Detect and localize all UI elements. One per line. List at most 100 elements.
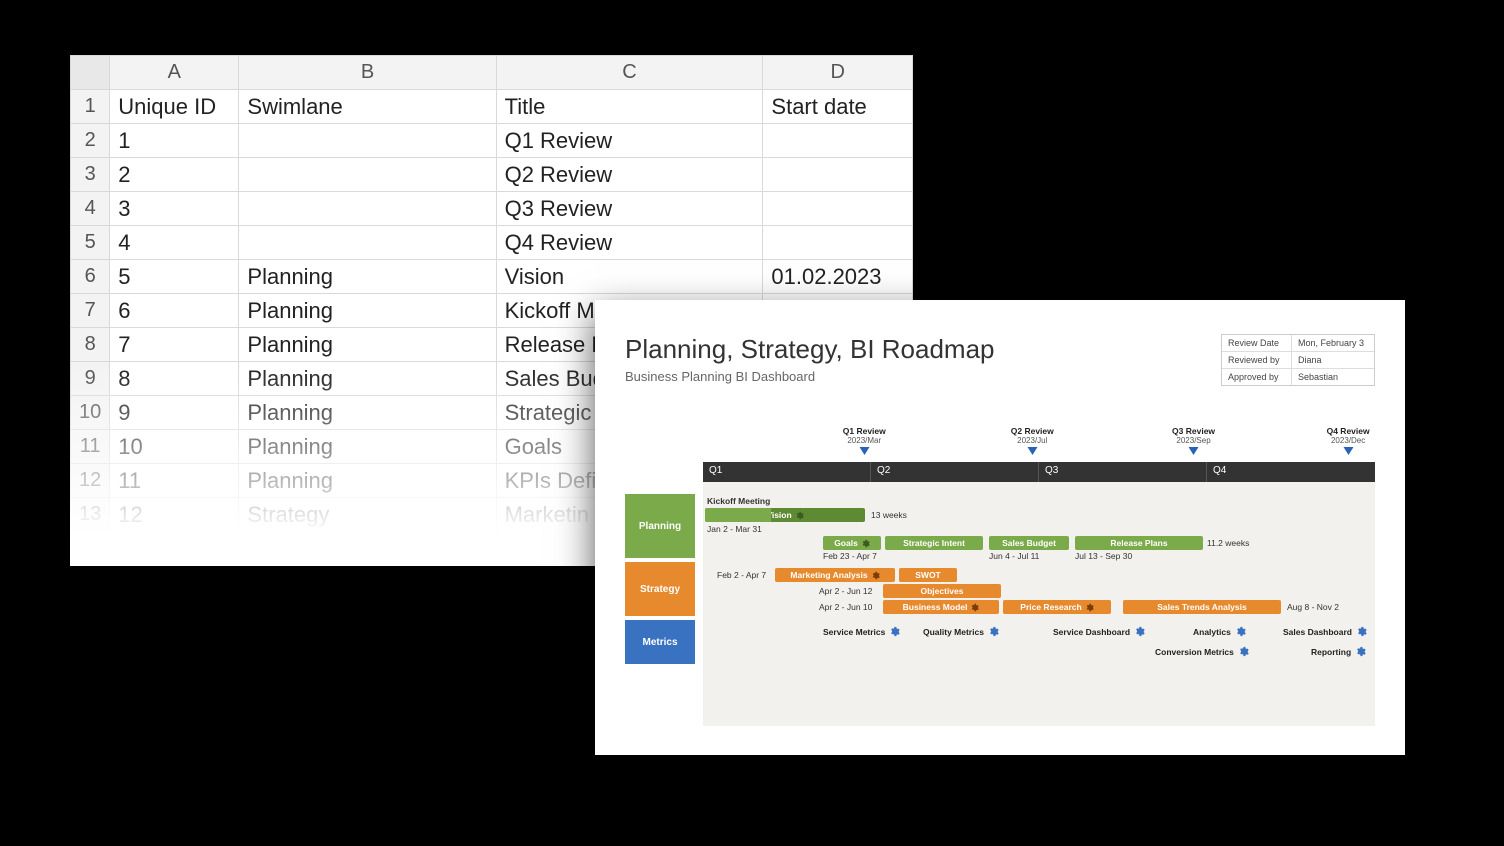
cell[interactable]: 12 [110,498,239,532]
bar-goals-label: Goals [834,538,858,548]
cell[interactable]: Title [496,90,763,124]
cell[interactable]: 11 [110,464,239,498]
milestone-label: Q1 Review [843,426,886,436]
quarter-q3: Q3 [1039,462,1207,482]
bar-marketing[interactable]: Marketing Analysis [775,568,895,582]
bar-swot[interactable]: SWOT [899,568,957,582]
cell[interactable]: 6 [110,294,239,328]
bar-release-plans[interactable]: Release Plans [1075,536,1203,550]
milestone-marker-icon [1343,447,1353,455]
col-header-b[interactable]: B [239,56,496,90]
table-row: 1Unique IDSwimlaneTitleStart date [71,90,913,124]
bar-price-research[interactable]: Price Research [1003,600,1111,614]
quarter-q1: Q1 [703,462,871,482]
cell[interactable] [239,124,496,158]
metric-conversion[interactable]: Conversion Metrics [1155,646,1249,657]
row-header[interactable]: 10 [71,396,110,430]
row-header[interactable]: 5 [71,226,110,260]
quarter-q4: Q4 [1207,462,1375,482]
cell[interactable]: Q3 Review [496,192,763,226]
row-header[interactable]: 4 [71,192,110,226]
cell[interactable]: 9 [110,396,239,430]
cell[interactable]: 8 [110,362,239,396]
row-header[interactable]: 9 [71,362,110,396]
metric-reporting-label: Reporting [1311,647,1351,657]
cell[interactable]: Planning [239,430,496,464]
cell[interactable]: Planning [239,328,496,362]
cell[interactable] [763,158,913,192]
cell[interactable]: 4 [110,226,239,260]
cell[interactable] [239,158,496,192]
cell[interactable]: 01.02.2023 [763,260,913,294]
select-all-corner[interactable] [71,56,110,90]
row-header[interactable]: 12 [71,464,110,498]
cell[interactable] [239,192,496,226]
obj-dates: Apr 2 - Jun 12 [819,586,872,596]
metric-service-dashboard[interactable]: Service Dashboard [1053,626,1145,637]
cell[interactable]: 10 [110,430,239,464]
row-header[interactable]: 7 [71,294,110,328]
cell[interactable]: 13 [110,532,239,566]
metric-quality[interactable]: Quality Metrics [923,626,999,637]
cell[interactable]: Vision [496,260,763,294]
cell[interactable]: Planning [239,362,496,396]
col-header-d[interactable]: D [763,56,913,90]
gear-icon [1134,626,1145,637]
goals-dates: Feb 23 - Apr 7 [823,551,877,561]
bar-business-model[interactable]: Business Model [883,600,999,614]
cell[interactable] [763,192,913,226]
meta-approved-by-value: Sebastian [1292,369,1374,385]
cell[interactable]: Q1 Review [496,124,763,158]
row-header[interactable]: 8 [71,328,110,362]
cell[interactable]: Start date [763,90,913,124]
row-header[interactable]: 6 [71,260,110,294]
metric-sales-dashboard[interactable]: Sales Dashboard [1283,626,1367,637]
lane-metrics: Metrics [625,620,695,664]
cell[interactable] [239,226,496,260]
cell[interactable]: 2 [110,158,239,192]
cell[interactable]: Planning [239,396,496,430]
cell[interactable]: 7 [110,328,239,362]
metric-analytics[interactable]: Analytics [1193,626,1246,637]
table-row: 65PlanningVision01.02.2023 [71,260,913,294]
cell[interactable]: Q2 Review [496,158,763,192]
cell[interactable]: 3 [110,192,239,226]
row-header[interactable]: 1 [71,90,110,124]
bar-sales-trends[interactable]: Sales Trends Analysis [1123,600,1281,614]
milestone: Q3 Review2023/Sep [1172,426,1215,455]
cell[interactable]: Strategy [239,532,496,566]
row-header[interactable]: 2 [71,124,110,158]
cell[interactable]: Unique ID [110,90,239,124]
bar-goals[interactable]: Goals [823,536,881,550]
cell[interactable]: 5 [110,260,239,294]
bar-sales-budget[interactable]: Sales Budget [989,536,1069,550]
cell[interactable]: Q4 Review [496,226,763,260]
gear-icon [795,511,804,520]
bar-strategic-intent[interactable]: Strategic Intent [885,536,983,550]
col-header-a[interactable]: A [110,56,239,90]
cell[interactable]: Planning [239,464,496,498]
cell[interactable] [763,226,913,260]
milestone-marker-icon [1189,447,1199,455]
metric-service[interactable]: Service Metrics [823,626,900,637]
release-duration: 11.2 weeks [1207,538,1249,548]
bar-objectives-label: Objectives [921,586,964,596]
cell[interactable]: 1 [110,124,239,158]
cell[interactable]: Swimlane [239,90,496,124]
cell[interactable]: Planning [239,260,496,294]
row-header[interactable]: 3 [71,158,110,192]
bar-swot-label: SWOT [915,570,941,580]
row-header[interactable]: 11 [71,430,110,464]
gear-icon [861,539,870,548]
metric-reporting[interactable]: Reporting [1311,646,1366,657]
col-header-c[interactable]: C [496,56,763,90]
bar-vision-progress [705,508,771,522]
bar-objectives[interactable]: Objectives [883,584,1001,598]
cell[interactable] [763,124,913,158]
cell[interactable]: Planning [239,294,496,328]
row-header[interactable]: 14 [71,532,110,566]
cell[interactable]: Strategy [239,498,496,532]
gear-icon [970,603,979,612]
gear-icon [1356,626,1367,637]
row-header[interactable]: 13 [71,498,110,532]
